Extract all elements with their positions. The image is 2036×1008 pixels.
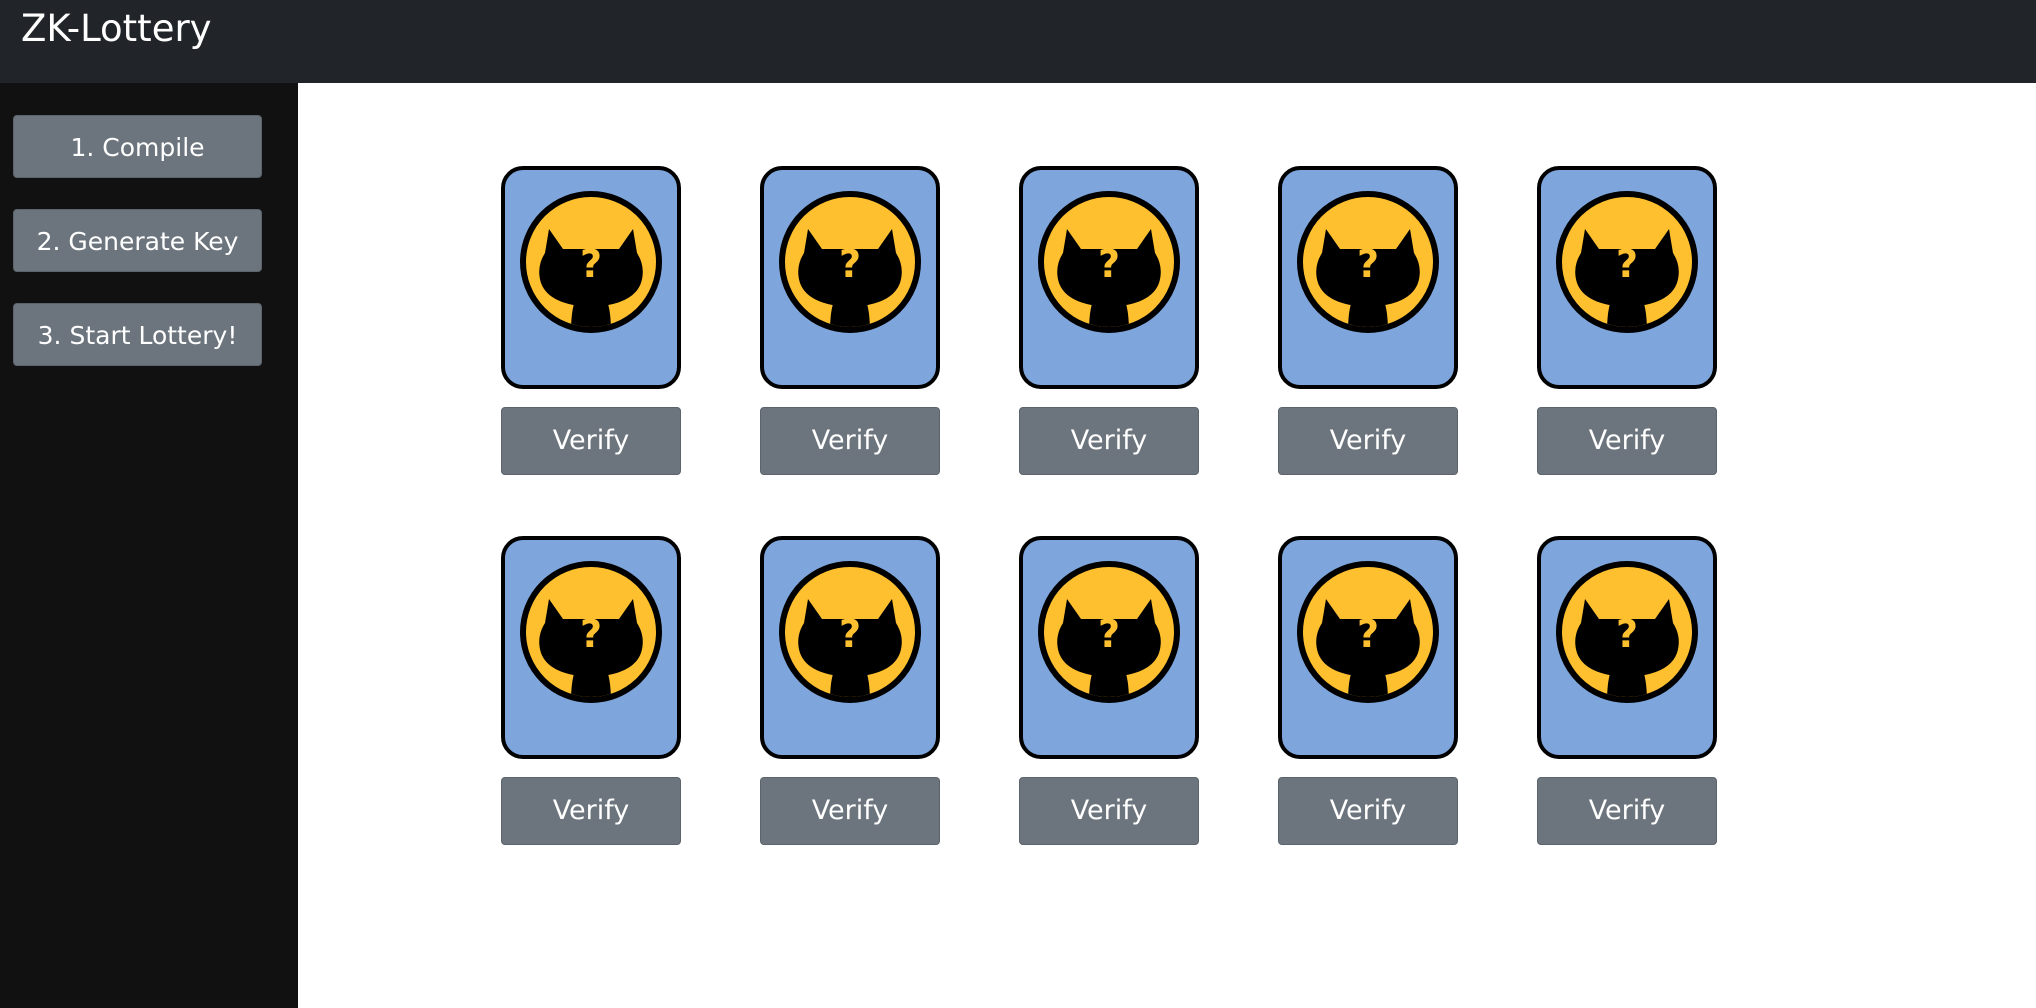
app-title: ZK-Lottery <box>21 7 212 50</box>
verify-button[interactable]: Verify <box>1278 407 1458 475</box>
question-mark: ? <box>580 242 602 286</box>
question-mark: ? <box>839 612 861 656</box>
lottery-card[interactable]: ? <box>1537 166 1717 389</box>
github-octocat-question-icon: ? <box>520 561 662 703</box>
generate-key-button[interactable]: 2. Generate Key <box>13 209 262 272</box>
top-navbar: ZK-Lottery <box>0 0 2036 83</box>
compile-button[interactable]: 1. Compile <box>13 115 262 178</box>
verify-button[interactable]: Verify <box>1537 407 1717 475</box>
question-mark: ? <box>1357 612 1379 656</box>
github-octocat-question-icon: ? <box>1297 191 1439 333</box>
question-mark: ? <box>1616 242 1638 286</box>
question-mark: ? <box>839 242 861 286</box>
lottery-card[interactable]: ? <box>1278 166 1458 389</box>
github-octocat-question-icon: ? <box>1556 191 1698 333</box>
lottery-card[interactable]: ? <box>501 166 681 389</box>
github-octocat-question-icon: ? <box>779 191 921 333</box>
github-octocat-question-icon: ? <box>1038 561 1180 703</box>
verify-button[interactable]: Verify <box>1537 777 1717 845</box>
github-octocat-question-icon: ? <box>1297 561 1439 703</box>
start-lottery-button[interactable]: 3. Start Lottery! <box>13 303 262 366</box>
question-mark: ? <box>1098 242 1120 286</box>
lottery-card[interactable]: ? <box>760 166 940 389</box>
github-octocat-question-icon: ? <box>1556 561 1698 703</box>
verify-button[interactable]: Verify <box>501 777 681 845</box>
github-octocat-question-icon: ? <box>1038 191 1180 333</box>
lottery-card[interactable]: ? <box>501 536 681 759</box>
verify-button[interactable]: Verify <box>760 407 940 475</box>
verify-button[interactable]: Verify <box>760 777 940 845</box>
lottery-card[interactable]: ? <box>1537 536 1717 759</box>
question-mark: ? <box>1098 612 1120 656</box>
verify-button[interactable]: Verify <box>1019 407 1199 475</box>
sidebar: 1. Compile 2. Generate Key 3. Start Lott… <box>0 83 298 1008</box>
question-mark: ? <box>1357 242 1379 286</box>
question-mark: ? <box>580 612 602 656</box>
lottery-card[interactable]: ? <box>1278 536 1458 759</box>
verify-button[interactable]: Verify <box>1278 777 1458 845</box>
verify-button[interactable]: Verify <box>1019 777 1199 845</box>
verify-button[interactable]: Verify <box>501 407 681 475</box>
lottery-card[interactable]: ? <box>1019 166 1199 389</box>
question-mark: ? <box>1616 612 1638 656</box>
lottery-grid: ? Verify? Verify? Verify? Verify? Verify? Veri… <box>298 83 2036 1008</box>
github-octocat-question-icon: ? <box>520 191 662 333</box>
lottery-card[interactable]: ? <box>760 536 940 759</box>
github-octocat-question-icon: ? <box>779 561 921 703</box>
lottery-card[interactable]: ? <box>1019 536 1199 759</box>
